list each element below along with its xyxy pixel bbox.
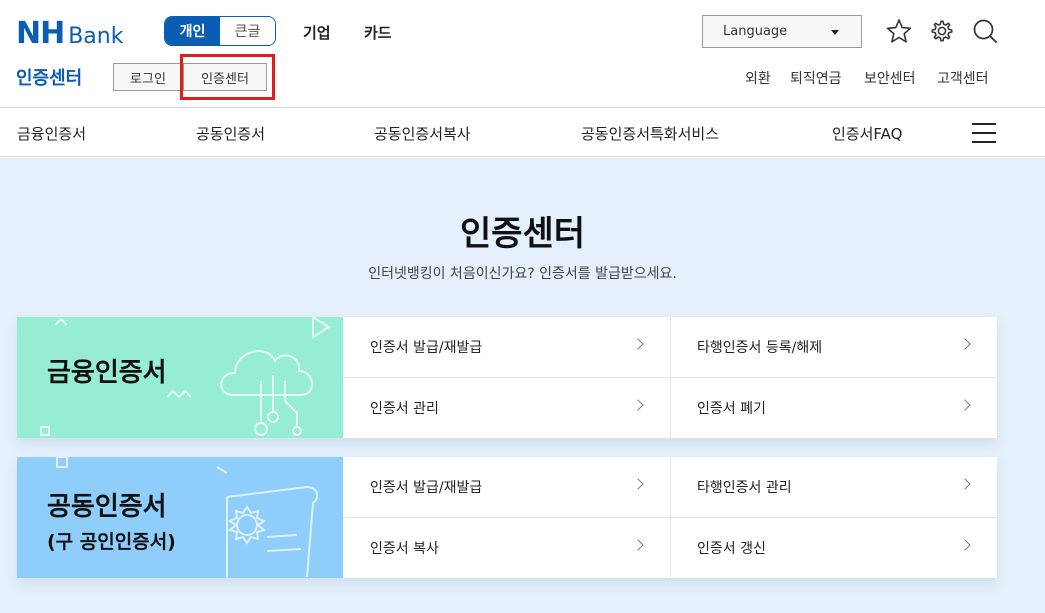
user-type-toggle: 개인 큰글 — [164, 16, 276, 46]
card-name-sub: (구 공인인증서) — [47, 531, 176, 553]
link-label: 인증서 갱신 — [697, 541, 766, 557]
card-name: 금융인증서 — [47, 358, 167, 388]
util-link-pension[interactable]: 퇴직연금 — [790, 68, 842, 88]
menu-icon[interactable] — [972, 123, 996, 143]
language-label: Language — [723, 24, 788, 39]
segment-personal[interactable]: 개인 — [165, 17, 220, 45]
nav-cert-faq[interactable]: 인증서FAQ — [832, 123, 902, 144]
util-link-security-center[interactable]: 보안센터 — [864, 68, 916, 88]
card-name: 공동인증서 — [47, 492, 167, 522]
page-title: 인증센터 — [459, 214, 586, 254]
chevron-right-icon — [632, 539, 644, 551]
language-select[interactable]: Language — [702, 15, 862, 48]
link-cert-copy[interactable]: 인증서 복사 — [343, 518, 670, 578]
link-issue-reissue[interactable]: 인증서 발급/재발급 — [343, 457, 670, 517]
segment-large-text[interactable]: 큰글 — [220, 17, 275, 45]
nav-joint-cert-copy[interactable]: 공동인증서복사 — [374, 123, 471, 144]
caret-down-icon — [831, 30, 839, 35]
cert-center-button[interactable]: 인증센터 — [183, 63, 267, 91]
link-label: 타행인증서 등록/해제 — [697, 340, 823, 356]
page-subtitle: 인터넷뱅킹이 처음이신가요? 인증서를 발급받으세요. — [368, 266, 677, 282]
link-label: 인증서 관리 — [370, 401, 439, 417]
card-header: 공동인증서 (구 공인인증서) — [17, 457, 343, 578]
link-cert-manage[interactable]: 인증서 관리 — [343, 378, 670, 438]
link-other-bank-manage[interactable]: 타행인증서 관리 — [670, 457, 997, 517]
link-label: 인증서 폐기 — [697, 401, 766, 417]
chevron-right-icon — [959, 399, 971, 411]
search-icon[interactable] — [972, 18, 998, 44]
card-header: 금융인증서 — [17, 317, 343, 438]
main-content: 인증센터 인터넷뱅킹이 처음이신가요? 인증서를 발급받으세요. 금융인증서 인… — [0, 158, 1045, 613]
link-label: 인증서 발급/재발급 — [370, 340, 483, 356]
link-cert-revoke[interactable]: 인증서 폐기 — [670, 378, 997, 438]
main-nav: 금융인증서 공동인증서 공동인증서복사 공동인증서특화서비스 인증서FAQ — [0, 108, 1045, 157]
star-icon[interactable] — [886, 18, 912, 44]
top-nav-card[interactable]: 카드 — [364, 22, 392, 43]
joint-cert-card: 공동인증서 (구 공인인증서) 인증서 발급/재발급 타행인증서 관리 인증서 … — [17, 457, 997, 578]
chevron-right-icon — [959, 478, 971, 490]
financial-cert-card: 금융인증서 인증서 발급/재발급 타행인증서 등록/해제 인증서 관리 인증서 … — [17, 317, 997, 438]
nav-financial-cert[interactable]: 금융인증서 — [17, 123, 86, 144]
section-title[interactable]: 인증센터 — [16, 64, 82, 90]
link-cert-renew[interactable]: 인증서 갱신 — [670, 518, 997, 578]
chevron-right-icon — [632, 478, 644, 490]
chevron-right-icon — [959, 539, 971, 551]
nav-joint-cert-special[interactable]: 공동인증서특화서비스 — [581, 123, 719, 144]
link-label: 인증서 복사 — [370, 541, 439, 557]
chevron-right-icon — [959, 338, 971, 350]
nh-bank-logo[interactable]: NH Bank — [16, 16, 123, 51]
util-link-forex[interactable]: 외환 — [745, 68, 771, 88]
login-button[interactable]: 로그인 — [113, 63, 183, 91]
gear-icon[interactable] — [929, 18, 955, 44]
logo-bank: Bank — [68, 24, 124, 49]
nav-joint-cert[interactable]: 공동인증서 — [196, 123, 265, 144]
link-issue-reissue[interactable]: 인증서 발급/재발급 — [343, 317, 670, 377]
top-nav-corporate[interactable]: 기업 — [303, 22, 331, 43]
util-link-customer-center[interactable]: 고객센터 — [937, 68, 989, 88]
logo-nh: NH — [16, 16, 65, 51]
link-label: 타행인증서 관리 — [697, 480, 792, 496]
chevron-right-icon — [632, 399, 644, 411]
chevron-right-icon — [632, 338, 644, 350]
header: NH Bank 개인 큰글 기업 카드 Language 인증센터 로그인 인증… — [0, 0, 1045, 108]
link-other-bank-register[interactable]: 타행인증서 등록/해제 — [670, 317, 997, 377]
link-label: 인증서 발급/재발급 — [370, 480, 483, 496]
